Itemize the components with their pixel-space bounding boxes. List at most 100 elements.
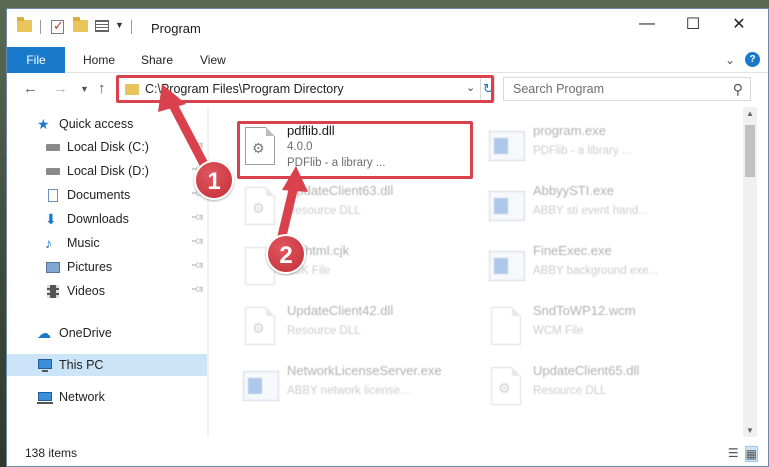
callout-2: 2: [266, 234, 306, 274]
vertical-scrollbar[interactable]: ▲ ▼: [743, 107, 757, 437]
pin-icon[interactable]: 📌︎: [189, 258, 205, 274]
maximize-button[interactable]: ☐: [670, 9, 716, 39]
file-description: WCM File: [533, 325, 584, 337]
file-name: NetworkLicenseServer.exe: [287, 363, 442, 378]
properties-check-icon[interactable]: [51, 18, 64, 34]
search-icon[interactable]: ⚲: [733, 81, 743, 98]
close-button[interactable]: ✕: [716, 9, 762, 39]
exe-icon: [487, 125, 525, 169]
cloud-icon: ☁: [37, 325, 51, 341]
sidebar-item-network[interactable]: Network: [7, 386, 207, 408]
sidebar-item-label: Videos: [67, 284, 105, 298]
sidebar-item-local-disk-d[interactable]: Local Disk (D:) 📌︎: [7, 160, 207, 182]
file-item-updateclient63-dll[interactable]: ⚙ UpdateClient63.dll Resource DLL: [235, 179, 470, 235]
pin-icon[interactable]: 📌︎: [189, 138, 205, 154]
pin-icon[interactable]: 📌︎: [189, 234, 205, 250]
file-name: pdflib.dll: [287, 123, 335, 138]
dll-icon: ⚙: [241, 185, 279, 229]
scrollbar-thumb[interactable]: [745, 125, 755, 177]
sidebar-item-downloads[interactable]: ⬇ Downloads 📌︎: [7, 208, 207, 230]
tab-file[interactable]: File: [7, 47, 65, 73]
tiles-view-icon[interactable]: ▦: [744, 446, 758, 462]
file-icon: [487, 305, 525, 349]
refresh-icon[interactable]: ↻: [480, 77, 496, 101]
file-description: ABBY sti event hand...: [533, 205, 648, 217]
file-name: UpdateClient63.dll: [287, 183, 394, 198]
quick-access-separator: [40, 20, 41, 34]
sidebar-item-label: OneDrive: [59, 326, 112, 340]
exe-icon: [487, 185, 525, 229]
file-name: UpdateClient65.dll: [533, 363, 640, 378]
videos-icon: [45, 284, 61, 298]
new-folder-icon[interactable]: [73, 17, 88, 32]
dll-icon: ⚙: [241, 305, 279, 349]
star-icon: ★: [37, 116, 50, 132]
help-icon[interactable]: ?: [745, 52, 760, 67]
search-box[interactable]: Search Program ⚲: [503, 77, 751, 101]
quick-access-folder-icon[interactable]: [17, 17, 32, 32]
file-item-updateclient65-dll[interactable]: ⚙ UpdateClient65.dll Resource DLL: [481, 359, 716, 415]
properties-list-icon[interactable]: [95, 20, 109, 32]
expand-ribbon-icon[interactable]: ⌄: [725, 53, 735, 67]
tab-home[interactable]: Home: [71, 47, 127, 73]
file-description: ABBY background exe...: [533, 265, 659, 277]
back-arrow-icon[interactable]: ←: [23, 80, 38, 97]
exe-icon: [241, 365, 279, 409]
sidebar-item-music[interactable]: ♪ Music 📌︎: [7, 232, 207, 254]
address-dropdown-icon[interactable]: ⌄: [466, 81, 475, 94]
tab-share[interactable]: Share: [129, 47, 185, 73]
recent-locations-icon[interactable]: ▼: [80, 84, 89, 94]
pictures-icon: [45, 260, 61, 274]
sidebar-item-quick-access[interactable]: ★ Quick access: [7, 113, 207, 135]
file-name: AbbyySTI.exe: [533, 183, 614, 198]
scroll-up-icon[interactable]: ▲: [746, 109, 754, 118]
drive-icon: [45, 164, 61, 178]
file-item-networklicenseserver-exe[interactable]: NetworkLicenseServer.exe ABBY network li…: [235, 359, 470, 415]
scroll-down-icon[interactable]: ▼: [746, 426, 754, 435]
sidebar-item-onedrive[interactable]: ☁ OneDrive: [7, 322, 207, 344]
sidebar-item-label: Local Disk (D:): [67, 164, 149, 178]
minimize-button[interactable]: —: [624, 9, 670, 39]
file-description: PDFlib - a library ...: [533, 145, 632, 157]
title-separator: [131, 20, 132, 34]
callout-1: 1: [194, 160, 234, 200]
search-placeholder[interactable]: Search Program: [513, 82, 604, 96]
up-arrow-icon[interactable]: ↑: [98, 80, 106, 97]
sidebar-item-documents[interactable]: Documents 📌︎: [7, 184, 207, 206]
status-bar: 138 items ☰ ▦: [7, 437, 768, 466]
sidebar-item-label: This PC: [59, 358, 104, 372]
address-bar[interactable]: C:\Program Files\Program Directory ⌄ ↻: [117, 77, 495, 101]
file-item-pdflib-dll[interactable]: ⚙ pdflib.dll 4.0.0 PDFlib - a library ..…: [235, 119, 470, 175]
file-item-sndtowp12-wcm[interactable]: SndToWP12.wcm WCM File: [481, 299, 716, 355]
network-icon: [37, 390, 53, 404]
sidebar-item-label: Quick access: [59, 117, 134, 131]
pin-icon[interactable]: 📌︎: [189, 282, 205, 298]
sidebar-item-label: Network: [59, 390, 105, 404]
customize-toolbar-icon[interactable]: ▼: [115, 20, 124, 30]
folder-icon: [125, 84, 139, 95]
pin-icon[interactable]: 📌︎: [189, 210, 205, 226]
exe-icon: [487, 245, 525, 289]
forward-arrow-icon[interactable]: →: [53, 80, 68, 97]
file-item-updateclient42-dll[interactable]: ⚙ UpdateClient42.dll Resource DLL: [235, 299, 470, 355]
sidebar-item-pictures[interactable]: Pictures 📌︎: [7, 256, 207, 278]
file-item-program-exe[interactable]: program.exe PDFlib - a library ...: [481, 119, 716, 175]
file-description: Resource DLL: [287, 205, 361, 217]
sidebar-item-label: Music: [67, 236, 100, 250]
file-item-fineexec-exe[interactable]: FineExec.exe ABBY background exe...: [481, 239, 716, 295]
file-description: PDFlib - a library ...: [287, 157, 386, 169]
sidebar-item-this-pc[interactable]: This PC: [7, 354, 207, 376]
details-view-icon[interactable]: ☰: [728, 446, 739, 462]
download-icon: ⬇: [45, 211, 57, 227]
sidebar-item-videos[interactable]: Videos 📌︎: [7, 280, 207, 302]
file-item-abbyysti-exe[interactable]: AbbyySTI.exe ABBY sti event hand...: [481, 179, 716, 235]
file-name: UpdateClient42.dll: [287, 303, 394, 318]
file-description: Resource DLL: [287, 325, 361, 337]
sidebar-item-local-disk-c[interactable]: Local Disk (C:) 📌︎: [7, 136, 207, 158]
tab-view[interactable]: View: [188, 47, 238, 73]
sidebar-item-label: Local Disk (C:): [67, 140, 149, 154]
address-path[interactable]: C:\Program Files\Program Directory: [145, 82, 344, 96]
computer-icon: [37, 358, 53, 372]
file-explorer-window: ▼ Program — ☐ ✕ File Home Share View ⌄ ?…: [6, 8, 769, 467]
navigation-pane: ★ Quick access Local Disk (C:) 📌︎ Local …: [7, 107, 207, 437]
